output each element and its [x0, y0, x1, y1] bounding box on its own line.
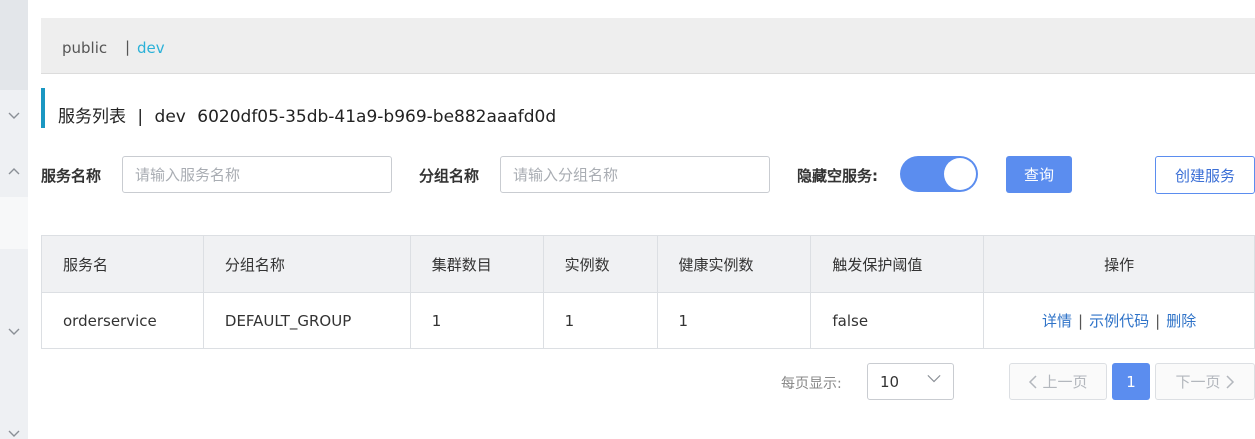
service-name-label: 服务名称: [41, 167, 102, 185]
namespace-name: dev: [154, 107, 186, 127]
chevron-down-icon[interactable]: [0, 426, 28, 439]
table-header-row: 服务名 分组名称 集群数目 实例数 健康实例数 触发保护阈值 操作: [41, 235, 1255, 293]
header-operations: 操作: [983, 235, 1255, 293]
chevron-down-icon[interactable]: [0, 324, 28, 340]
page-size-label: 每页显示:: [781, 376, 842, 392]
title-accent-bar: [41, 88, 45, 128]
sample-code-link[interactable]: 示例代码: [1089, 312, 1149, 330]
header-healthy-count: 健康实例数: [656, 235, 812, 293]
service-table: 服务名 分组名称 集群数目 实例数 健康实例数 触发保护阈值 操作 orders…: [41, 235, 1255, 349]
delete-link[interactable]: 删除: [1166, 312, 1196, 330]
next-page-button[interactable]: 下一页: [1155, 363, 1255, 400]
chevron-left-icon: [1029, 375, 1038, 389]
op-separator: |: [1078, 312, 1084, 330]
detail-link[interactable]: 详情: [1042, 312, 1072, 330]
chevron-right-icon: [1225, 375, 1234, 389]
header-service-name: 服务名: [41, 235, 204, 293]
namespace-public[interactable]: public: [62, 39, 107, 57]
cell-healthy-count: 1: [656, 292, 812, 349]
create-service-button[interactable]: 创建服务: [1155, 156, 1255, 194]
header-protect-threshold: 触发保护阈值: [810, 235, 985, 293]
page-size-value: 10: [880, 373, 900, 391]
group-name-label: 分组名称: [419, 167, 480, 185]
cell-service-name: orderservice: [41, 292, 204, 349]
page-number-current[interactable]: 1: [1112, 363, 1150, 400]
sidebar: [0, 0, 28, 439]
cell-group-name: DEFAULT_GROUP: [202, 292, 411, 349]
sidebar-block: [0, 0, 28, 90]
header-cluster-count: 集群数目: [409, 235, 544, 293]
chevron-up-icon[interactable]: [0, 164, 28, 180]
page-title-separator: |: [137, 107, 144, 127]
cell-protect-threshold: false: [810, 292, 985, 349]
page-title: 服务列表 | dev 6020df05-35db-41a9-b969-be882…: [58, 102, 562, 127]
page: public | dev 服务列表 | dev 6020df05-35db-41…: [0, 0, 1255, 439]
next-page-label: 下一页: [1175, 373, 1221, 391]
prev-page-button[interactable]: 上一页: [1009, 363, 1107, 400]
cell-instance-count: 1: [542, 292, 658, 349]
toggle-knob: [944, 158, 976, 190]
group-name-input[interactable]: [500, 156, 770, 193]
chevron-down-icon[interactable]: [0, 108, 28, 124]
namespace-separator: |: [125, 38, 131, 56]
hide-empty-label: 隐藏空服务:: [797, 167, 878, 185]
service-name-input[interactable]: [122, 156, 392, 193]
chevron-down-icon: [927, 374, 941, 383]
page-size-select[interactable]: 10: [867, 363, 954, 400]
prev-page-label: 上一页: [1042, 373, 1088, 391]
cell-operations: 详情 | 示例代码 | 删除: [983, 292, 1255, 349]
header-group-name: 分组名称: [202, 235, 411, 293]
cell-cluster-count: 1: [409, 292, 544, 349]
query-button[interactable]: 查询: [1006, 156, 1072, 193]
namespace-bar: public | dev: [41, 18, 1255, 74]
sidebar-selected-item[interactable]: [0, 197, 28, 249]
header-instance-count: 实例数: [542, 235, 658, 293]
hide-empty-toggle[interactable]: [900, 156, 978, 192]
table-row: orderservice DEFAULT_GROUP 1 1 1 false 详…: [41, 292, 1255, 349]
namespace-id: 6020df05-35db-41a9-b969-be882aaafd0d: [197, 107, 557, 127]
namespace-dev[interactable]: dev: [137, 39, 165, 57]
op-separator: |: [1155, 312, 1161, 330]
page-title-text: 服务列表: [58, 107, 126, 127]
